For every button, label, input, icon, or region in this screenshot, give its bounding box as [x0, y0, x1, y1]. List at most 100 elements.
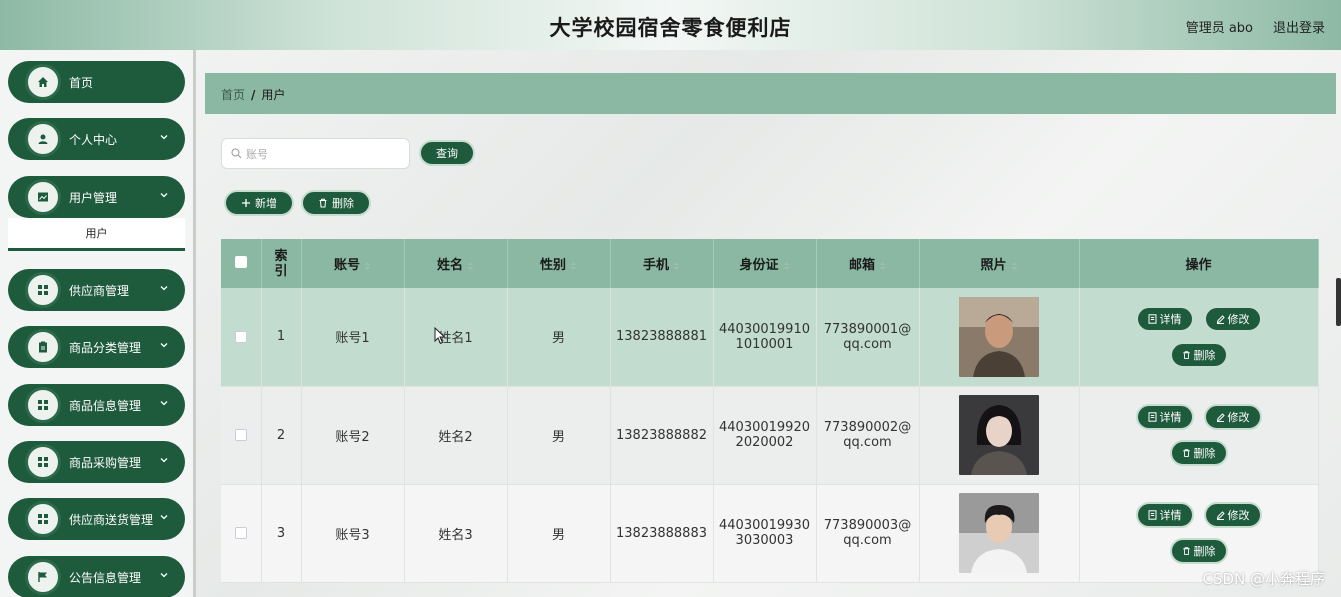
sidebar-item-label: 公告信息管理 — [69, 571, 142, 585]
cell-account: 账号2 — [301, 386, 405, 485]
sidebar-item-suppliers[interactable]: 供应商管理 — [8, 269, 185, 311]
search-field[interactable] — [221, 138, 410, 169]
top-header: 大学校园宿舍零食便利店 管理员 abo 退出登录 — [0, 0, 1341, 50]
sidebar-item-product-category[interactable]: 商品分类管理 — [8, 326, 185, 368]
sidebar-item-announcements[interactable]: 公告信息管理 — [8, 556, 185, 597]
cell-gender: 男 — [507, 484, 611, 583]
delete-button[interactable]: 删除 — [1169, 341, 1228, 368]
sort-icon[interactable] — [364, 261, 371, 271]
row-select-cell[interactable] — [221, 288, 262, 387]
image-icon — [25, 179, 61, 215]
detail-button[interactable]: 详情 — [1135, 305, 1194, 332]
cell-actions: 详情 修改 删除 — [1079, 288, 1319, 387]
sidebar: 首页 个人中心 用户管理 用户 供应商管理 商品分类管理 商品信息管理 商品采购… — [0, 50, 196, 597]
account-search-input[interactable] — [246, 145, 401, 163]
table-header-row: 索引 账号 姓名 性别 手机 身份证 邮箱 照片 操作 — [221, 239, 1319, 288]
table-row[interactable]: 1 账号1 姓名1 男 13823888881 44030019910 10100… — [221, 288, 1319, 387]
column-header-phone[interactable]: 手机 — [610, 239, 714, 288]
cell-photo — [919, 386, 1080, 485]
grid-icon — [25, 272, 61, 308]
header-label: 性别 — [539, 258, 566, 273]
sort-icon[interactable] — [879, 261, 886, 271]
column-header-photo[interactable]: 照片 — [919, 239, 1080, 288]
email-line: 773890001@ — [823, 321, 912, 337]
cell-phone: 13823888882 — [610, 386, 714, 485]
table-row[interactable]: 2 账号2 姓名2 男 13823888882 44030019920 20200… — [221, 386, 1319, 485]
logout-link[interactable]: 退出登录 — [1273, 17, 1325, 36]
header-label: 账号 — [333, 258, 360, 273]
cell-index: 3 — [261, 484, 302, 583]
cell-gender: 男 — [507, 288, 611, 387]
row-checkbox[interactable] — [234, 429, 247, 441]
table-row[interactable]: 3 账号3 姓名3 男 13823888883 44030019930 30300… — [221, 484, 1319, 583]
column-header-account[interactable]: 账号 — [301, 239, 405, 288]
sidebar-item-label: 用户管理 — [69, 191, 118, 205]
add-button[interactable]: 新增 — [224, 190, 294, 216]
page-scrollbar[interactable] — [1336, 278, 1341, 326]
column-header-id-card[interactable]: 身份证 — [713, 239, 817, 288]
select-all-checkbox[interactable] — [234, 255, 247, 268]
column-header-gender[interactable]: 性别 — [507, 239, 611, 288]
sidebar-item-supplier-delivery[interactable]: 供应商送货管理 — [8, 498, 185, 540]
sidebar-item-product-info[interactable]: 商品信息管理 — [8, 384, 185, 426]
cell-email: 773890003@ qq.com — [816, 484, 920, 583]
breadcrumb-home[interactable]: 首页 — [221, 88, 245, 102]
sidebar-item-home[interactable]: 首页 — [8, 61, 185, 103]
column-header-name[interactable]: 姓名 — [404, 239, 508, 288]
email-line: qq.com — [843, 336, 892, 352]
main-content: 首页 / 用户 查询 新增 删除 索引 账号 姓名 性别 — [196, 50, 1341, 597]
detail-button[interactable]: 详情 — [1135, 502, 1194, 528]
cell-id-card: 44030019930 3030003 — [713, 484, 817, 583]
sort-icon[interactable] — [673, 261, 680, 271]
plus-icon — [242, 199, 250, 207]
edit-button[interactable]: 修改 — [1203, 404, 1262, 430]
id-line: 2020002 — [735, 435, 794, 450]
chevron-down-icon — [160, 573, 168, 578]
sort-icon[interactable] — [783, 261, 790, 271]
batch-delete-button[interactable]: 删除 — [301, 190, 371, 216]
sidebar-item-label: 个人中心 — [69, 133, 118, 147]
user-icon — [25, 121, 61, 157]
query-button[interactable]: 查询 — [419, 140, 475, 166]
row-select-cell[interactable] — [221, 386, 262, 485]
select-all-header[interactable] — [221, 239, 262, 288]
sort-icon[interactable] — [467, 261, 474, 271]
chevron-down-icon — [160, 193, 168, 198]
edit-button[interactable]: 修改 — [1203, 502, 1262, 528]
grid-icon — [25, 501, 61, 537]
detail-label: 详情 — [1159, 411, 1182, 424]
user-photo[interactable] — [959, 296, 1039, 377]
row-checkbox[interactable] — [234, 330, 247, 343]
row-checkbox[interactable] — [234, 527, 247, 539]
row-select-cell[interactable] — [221, 484, 262, 583]
chevron-down-icon — [160, 135, 168, 140]
column-header-index: 索引 — [261, 239, 302, 288]
detail-button[interactable]: 详情 — [1135, 404, 1194, 430]
cell-phone: 13823888883 — [610, 484, 714, 583]
sort-icon[interactable] — [1011, 261, 1018, 271]
user-photo[interactable] — [959, 493, 1039, 573]
index-header-char: 引 — [274, 263, 288, 279]
sidebar-item-personal[interactable]: 个人中心 — [8, 118, 185, 160]
edit-label: 修改 — [1227, 411, 1250, 424]
document-icon — [1148, 510, 1156, 520]
sidebar-item-purchase[interactable]: 商品采购管理 — [8, 441, 185, 483]
sidebar-subitem-users[interactable]: 用户 — [8, 218, 185, 251]
trash-icon — [1182, 350, 1190, 359]
edit-button[interactable]: 修改 — [1203, 305, 1262, 332]
sidebar-item-users[interactable]: 用户管理 — [8, 176, 185, 218]
header-label: 身份证 — [739, 258, 779, 273]
sidebar-item-label: 供应商送货管理 — [69, 513, 154, 527]
grid-icon — [25, 387, 61, 423]
id-line: 3030003 — [735, 533, 794, 548]
user-photo[interactable] — [959, 395, 1039, 475]
delete-button[interactable]: 删除 — [1169, 440, 1228, 466]
edit-icon — [1216, 315, 1225, 324]
delete-label: 删除 — [1193, 447, 1216, 460]
cell-email: 773890002@ qq.com — [816, 386, 920, 485]
cell-account: 账号1 — [301, 288, 405, 387]
delete-button[interactable]: 删除 — [1169, 538, 1228, 564]
sort-icon[interactable] — [570, 261, 577, 271]
column-header-email[interactable]: 邮箱 — [816, 239, 920, 288]
chevron-down-icon — [160, 343, 168, 348]
